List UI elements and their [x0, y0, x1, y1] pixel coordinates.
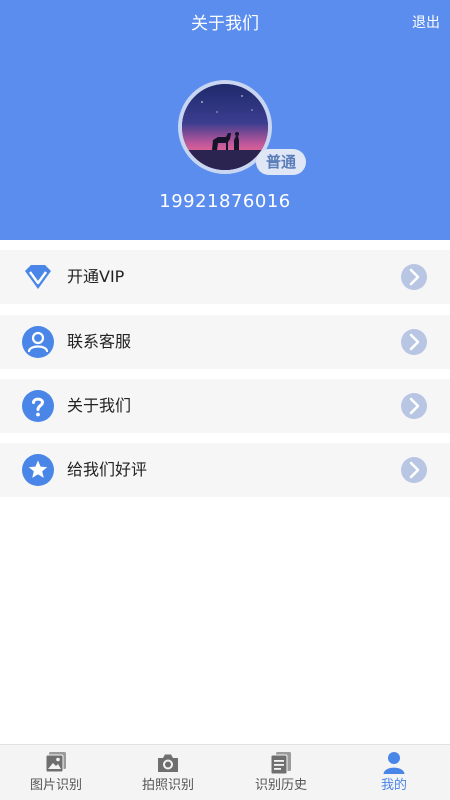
profile-icon	[382, 750, 406, 776]
menu-item-label: 联系客服	[67, 332, 132, 351]
chevron-right-icon	[401, 393, 427, 419]
user-icon	[22, 326, 54, 358]
tab-image-recognition[interactable]: 图片识别	[0, 745, 112, 800]
chevron-right-icon	[401, 329, 427, 355]
chevron-right-icon	[401, 457, 427, 483]
menu-item-label: 开通VIP	[67, 267, 125, 286]
camera-icon	[156, 750, 180, 776]
tab-label: 我的	[380, 778, 407, 793]
avatar-container[interactable]: 普通	[178, 80, 306, 175]
chevron-right-icon	[401, 264, 427, 290]
tab-photo-recognition[interactable]: 拍照识别	[112, 745, 224, 800]
tab-label: 图片识别	[29, 778, 82, 793]
member-level-badge: 普通	[256, 149, 306, 175]
menu-item-vip[interactable]: 开通VIP	[0, 250, 450, 304]
page-title: 关于我们	[191, 14, 259, 34]
tab-mine[interactable]: 我的	[338, 745, 450, 800]
phone-number: 19921876016	[159, 191, 291, 212]
menu-item-customer-service[interactable]: 联系客服	[0, 315, 450, 369]
bottom-tab-bar: 图片识别 拍照识别 识别历史 我的	[0, 744, 450, 800]
avatar-image	[182, 84, 268, 170]
logout-button[interactable]: 退出	[412, 13, 440, 33]
profile-header: 关于我们 退出 普通 19921876016	[0, 0, 450, 240]
star-icon	[22, 454, 54, 486]
menu-item-label: 关于我们	[67, 396, 132, 415]
menu-item-about[interactable]: 关于我们	[0, 379, 450, 433]
tab-label: 识别历史	[254, 778, 307, 793]
tab-label: 拍照识别	[141, 778, 194, 793]
menu-item-rate-us[interactable]: 给我们好评	[0, 443, 450, 497]
tab-recognition-history[interactable]: 识别历史	[225, 745, 337, 800]
history-icon	[269, 750, 293, 776]
diamond-icon	[22, 261, 54, 293]
menu-item-label: 给我们好评	[67, 460, 148, 479]
question-icon	[22, 390, 54, 422]
image-icon	[44, 750, 68, 776]
